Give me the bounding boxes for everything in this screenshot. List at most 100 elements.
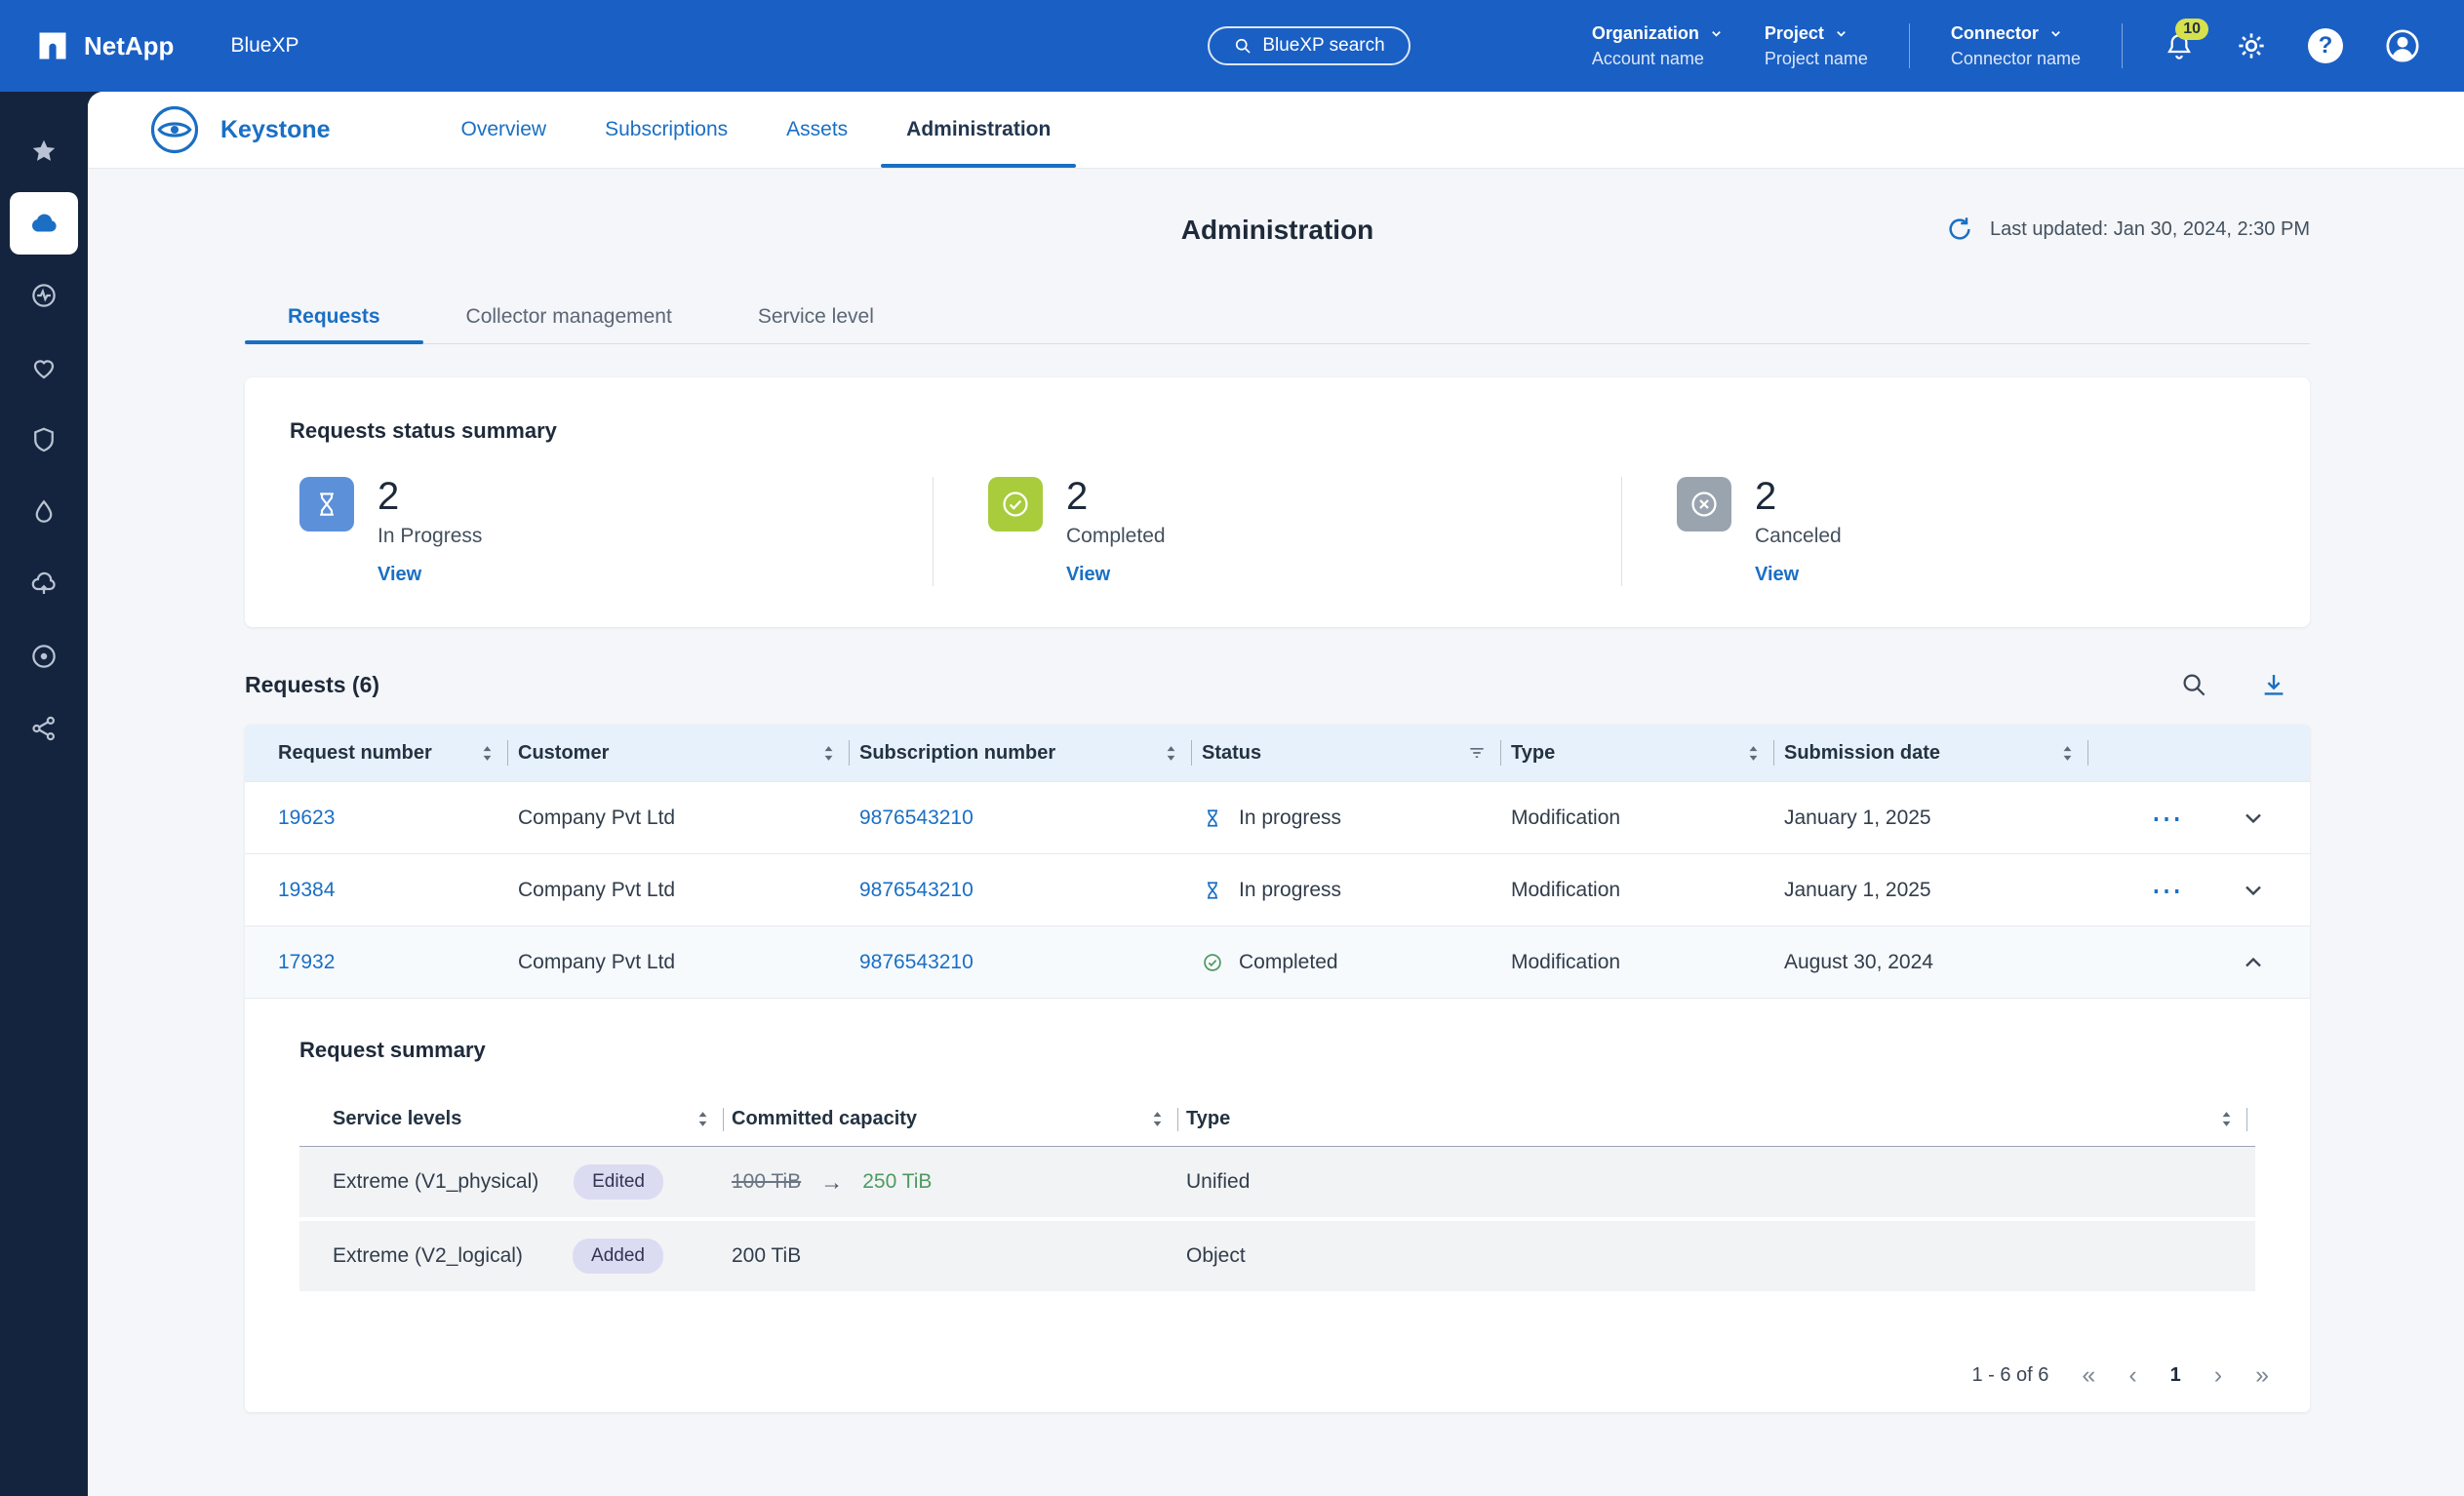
- tab-requests[interactable]: Requests: [245, 291, 423, 343]
- netapp-mark-icon: [35, 28, 70, 63]
- expand-row-icon[interactable]: [2240, 805, 2267, 832]
- table-search-icon[interactable]: [2179, 670, 2208, 699]
- column-service-levels[interactable]: Service levels: [299, 1108, 732, 1131]
- sidebar: [0, 92, 88, 1496]
- tab-collector-management[interactable]: Collector management: [423, 291, 715, 343]
- settings-button[interactable]: [2236, 30, 2267, 61]
- column-type[interactable]: Type: [1511, 740, 1784, 766]
- connector-value: Connector name: [1951, 49, 2081, 69]
- sort-icon[interactable]: [1165, 744, 1177, 763]
- sidebar-item-extensions[interactable]: [10, 697, 78, 760]
- column-committed-capacity[interactable]: Committed capacity: [732, 1108, 1186, 1131]
- summary-tiles: 2 In Progress View 2 Completed: [245, 477, 2310, 586]
- column-summary-type[interactable]: Type: [1186, 1108, 2255, 1131]
- organization-value: Account name: [1592, 49, 1724, 69]
- notifications-button[interactable]: 10: [2164, 30, 2195, 61]
- summary-type-cell: Unified: [1186, 1170, 1250, 1194]
- type-cell: Modification: [1511, 807, 1620, 830]
- chevron-down-icon: [1709, 26, 1724, 41]
- tab-overview[interactable]: Overview: [432, 92, 576, 168]
- organization-label: Organization: [1592, 23, 1699, 44]
- page-number[interactable]: 1: [2170, 1364, 2181, 1387]
- column-status[interactable]: Status: [1202, 740, 1511, 766]
- summary-table-header: Service levels Committed capacity Type: [299, 1092, 2255, 1147]
- first-page-icon[interactable]: «: [2082, 1363, 2095, 1388]
- column-submission-date[interactable]: Submission date: [1784, 740, 2098, 766]
- edited-badge: Edited: [574, 1164, 663, 1200]
- subscription-number-link[interactable]: 9876543210: [859, 807, 974, 830]
- view-completed-link[interactable]: View: [1066, 564, 1110, 586]
- more-actions-icon[interactable]: ⋯: [2151, 810, 2183, 826]
- sidebar-item-protection[interactable]: [10, 336, 78, 399]
- last-page-icon[interactable]: »: [2255, 1363, 2269, 1388]
- requests-head: Requests (6): [245, 670, 2310, 699]
- more-actions-icon[interactable]: ⋯: [2151, 883, 2183, 898]
- sort-icon[interactable]: [1747, 744, 1760, 763]
- column-request-number[interactable]: Request number: [245, 740, 518, 766]
- request-number-link[interactable]: 17932: [278, 951, 335, 974]
- pagination-range: 1 - 6 of 6: [1971, 1364, 2048, 1387]
- tab-service-level[interactable]: Service level: [715, 291, 917, 343]
- table-row[interactable]: 19623 Company Pvt Ltd 9876543210 In prog…: [245, 781, 2310, 853]
- request-number-link[interactable]: 19623: [278, 807, 335, 830]
- page-content: Administration Last updated: Jan 30, 202…: [88, 168, 2464, 1412]
- account-button[interactable]: [2384, 27, 2421, 64]
- column-subscription-number[interactable]: Subscription number: [859, 740, 1202, 766]
- sidebar-item-health[interactable]: [10, 264, 78, 327]
- subscription-number-link[interactable]: 9876543210: [859, 951, 974, 974]
- view-in-progress-link[interactable]: View: [378, 564, 421, 586]
- summary-row: Extreme (V1_physical) Edited 100 TiB → 2…: [299, 1147, 2255, 1221]
- tab-administration[interactable]: Administration: [877, 92, 1080, 168]
- sidebar-item-governance[interactable]: [10, 625, 78, 688]
- chevron-down-icon: [1834, 26, 1848, 41]
- help-icon: ?: [2308, 28, 2343, 63]
- download-icon[interactable]: [2259, 670, 2288, 699]
- collapse-row-icon[interactable]: [2240, 949, 2267, 976]
- status-text: In progress: [1239, 879, 1341, 902]
- sidebar-item-sync[interactable]: [10, 553, 78, 615]
- sort-icon[interactable]: [1151, 1110, 1164, 1128]
- help-button[interactable]: ?: [2308, 28, 2343, 63]
- subscription-number-link[interactable]: 9876543210: [859, 879, 974, 902]
- tab-subscriptions[interactable]: Subscriptions: [576, 92, 757, 168]
- netapp-logo[interactable]: NetApp: [35, 28, 174, 63]
- sort-icon[interactable]: [696, 1110, 709, 1128]
- connector-selector[interactable]: Connector Connector name: [1951, 23, 2081, 69]
- sort-icon[interactable]: [481, 744, 494, 763]
- organization-selector[interactable]: Organization Account name: [1592, 23, 1724, 69]
- refresh-icon[interactable]: [1945, 215, 1974, 244]
- brand-name: NetApp: [84, 31, 174, 61]
- bluexp-search[interactable]: BlueXP search: [1208, 26, 1411, 65]
- target-icon: [29, 642, 59, 671]
- sidebar-item-security[interactable]: [10, 409, 78, 471]
- sidebar-item-favorites[interactable]: [10, 120, 78, 182]
- service-level-cell: Extreme (V1_physical): [333, 1170, 538, 1194]
- hourglass-status-icon: [1202, 880, 1223, 901]
- keystone-header: Keystone Overview Subscriptions Assets A…: [88, 92, 2464, 168]
- topbar-divider: [1909, 23, 1910, 68]
- search-label: BlueXP search: [1262, 35, 1384, 57]
- date-cell: August 30, 2024: [1784, 951, 1933, 974]
- project-selector[interactable]: Project Project name: [1765, 23, 1868, 69]
- sort-icon[interactable]: [2220, 1110, 2233, 1128]
- star-icon: [29, 137, 59, 166]
- view-canceled-link[interactable]: View: [1755, 564, 1799, 586]
- table-row[interactable]: 19384 Company Pvt Ltd 9876543210 In prog…: [245, 853, 2310, 925]
- tile-in-progress: 2 In Progress View: [245, 477, 933, 586]
- previous-page-icon[interactable]: ‹: [2128, 1363, 2136, 1388]
- expand-row-icon[interactable]: [2240, 877, 2267, 904]
- tile-completed: 2 Completed View: [933, 477, 1621, 586]
- table-row-expanded[interactable]: 17932 Company Pvt Ltd 9876543210 Complet…: [245, 925, 2310, 998]
- sidebar-item-storage[interactable]: [10, 192, 78, 255]
- sort-icon[interactable]: [822, 744, 835, 763]
- sort-icon[interactable]: [2061, 744, 2074, 763]
- next-page-icon[interactable]: ›: [2214, 1363, 2222, 1388]
- sidebar-item-mobility[interactable]: [10, 481, 78, 543]
- filter-icon[interactable]: [1467, 743, 1487, 763]
- tab-assets[interactable]: Assets: [757, 92, 877, 168]
- customer-cell: Company Pvt Ltd: [518, 951, 675, 974]
- column-customer[interactable]: Customer: [518, 740, 859, 766]
- gear-icon: [2236, 30, 2267, 61]
- admin-tabs: Requests Collector management Service le…: [245, 291, 2310, 344]
- request-number-link[interactable]: 19384: [278, 879, 335, 902]
